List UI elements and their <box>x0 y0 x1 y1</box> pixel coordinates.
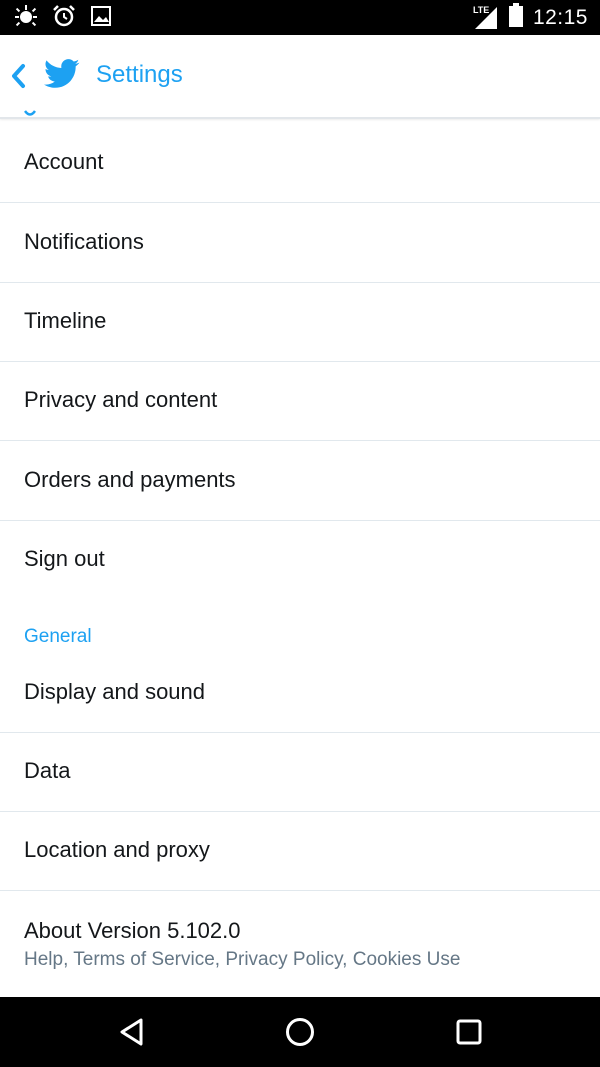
settings-item-timeline[interactable]: Timeline <box>0 281 600 362</box>
battery-icon <box>508 3 523 32</box>
page-title: Settings <box>96 61 183 88</box>
settings-item-location[interactable]: Location and proxy <box>0 810 600 891</box>
back-triangle-icon[interactable] <box>116 1016 148 1048</box>
about-subtitle: Help, Terms of Service, Privacy Policy, … <box>24 949 461 970</box>
twitter-bird-icon <box>44 58 80 90</box>
scrolled-section-edge <box>24 110 36 116</box>
settings-item-label: Data <box>24 758 71 783</box>
alarm-icon <box>52 4 76 33</box>
debug-icon <box>14 4 38 33</box>
settings-item-sign-out[interactable]: Sign out <box>0 519 600 599</box>
section-header-general: General <box>24 626 92 647</box>
settings-item-label: Privacy and content <box>24 387 218 412</box>
system-status: LTE 12:15 <box>473 0 588 35</box>
settings-item-display[interactable]: Display and sound <box>0 652 600 733</box>
chevron-left-icon[interactable] <box>8 61 28 91</box>
settings-item-about[interactable]: About Version 5.102.0 Help, Terms of Ser… <box>0 890 600 997</box>
settings-item-data[interactable]: Data <box>0 731 600 812</box>
settings-item-label: Location and proxy <box>24 837 210 862</box>
settings-item-label: Account <box>24 149 104 174</box>
settings-item-label: Notifications <box>24 229 144 254</box>
settings-item-notifications[interactable]: Notifications <box>0 202 600 283</box>
app-bar: Settings <box>0 35 600 119</box>
clock: 12:15 <box>532 5 588 29</box>
notification-icons <box>14 4 112 33</box>
network-type-label: LTE <box>472 4 490 15</box>
settings-item-label: Orders and payments <box>24 467 236 492</box>
settings-item-orders[interactable]: Orders and payments <box>0 440 600 521</box>
settings-item-label: Timeline <box>24 308 107 333</box>
navigation-bar <box>0 997 600 1067</box>
settings-item-label: Sign out <box>24 546 105 571</box>
settings-item-privacy[interactable]: Privacy and content <box>0 360 600 441</box>
settings-item-account[interactable]: Account <box>0 122 600 203</box>
signal-icon: LTE <box>473 5 499 31</box>
recents-square-icon[interactable] <box>453 1016 485 1048</box>
status-bar: LTE 12:15 <box>0 0 600 35</box>
image-icon <box>90 5 112 32</box>
settings-item-label: Display and sound <box>24 679 206 704</box>
home-circle-icon[interactable] <box>284 1016 316 1048</box>
about-title: About Version 5.102.0 <box>24 918 241 943</box>
